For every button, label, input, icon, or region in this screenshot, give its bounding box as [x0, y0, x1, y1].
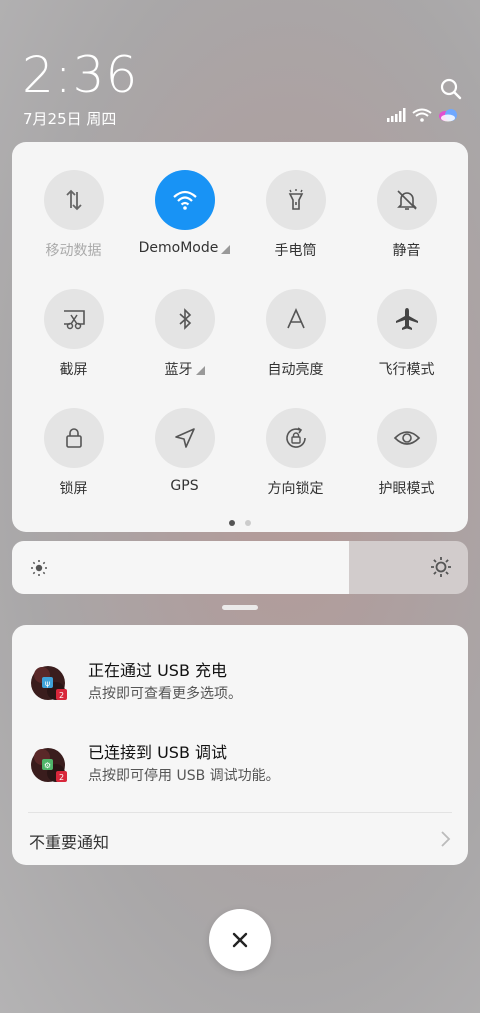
toggle-label: 截屏 [60, 359, 88, 379]
notification-subtitle: 点按即可停用 USB 调试功能。 [88, 768, 280, 784]
svg-text:⚙: ⚙ [44, 761, 51, 770]
toggle-label: 移动数据 [46, 240, 102, 260]
mobile-data-icon [63, 188, 85, 212]
toggle-tile[interactable]: 手电筒 [240, 170, 351, 260]
cloud-sync-icon [439, 109, 457, 122]
eye-icon [393, 427, 421, 449]
toggle-tile[interactable]: 护眼模式 [351, 408, 462, 498]
clock-time: 2:36 [22, 46, 139, 104]
clear-all-button[interactable] [209, 909, 271, 971]
flashlight-icon [285, 188, 307, 212]
toggle-label-text: DemoMode [138, 240, 219, 256]
toggle-tile[interactable]: 蓝牙 [129, 289, 240, 379]
wifi-status-icon [412, 108, 432, 122]
toggle-button[interactable] [376, 289, 437, 349]
expand-triangle-icon[interactable] [195, 365, 205, 375]
toggle-button[interactable] [265, 289, 326, 349]
toggle-label-text: 蓝牙 [164, 362, 193, 378]
toggle-label: 方向锁定 [268, 478, 324, 498]
notification-card: ψ 2 正在通过 USB 充电 点按即可查看更多选项。 ⚙ 2 已连接到 USB… [12, 625, 468, 865]
toggle-label: DemoMode [139, 240, 231, 256]
toggle-tile[interactable]: 锁屏 [18, 408, 129, 498]
wifi-icon [172, 189, 198, 211]
notification-subtitle: 点按即可查看更多选项。 [88, 686, 242, 702]
toggle-tile[interactable]: 飞行模式 [351, 289, 462, 379]
toggle-button[interactable] [154, 408, 215, 468]
bluetooth-icon [175, 307, 195, 331]
toggle-label-text: GPS [170, 478, 199, 494]
quick-settings-panel: 移动数据 DemoMode 手电筒 静音截屏 蓝牙 自动亮度 飞行模式锁屏 GPS 方向锁定 护眼… [12, 142, 468, 532]
toggle-button[interactable] [265, 170, 326, 230]
toggle-label: 锁屏 [60, 478, 88, 498]
toggle-label-text: 截屏 [59, 362, 88, 378]
toggle-tile[interactable]: 方向锁定 [240, 408, 351, 498]
toggle-button[interactable] [154, 170, 215, 230]
unimportant-notifications-link[interactable]: 不重要通知 [29, 829, 109, 853]
auto-brightness-icon [284, 307, 308, 331]
toggle-button[interactable] [154, 289, 215, 349]
toggle-label-text: 静音 [392, 243, 421, 259]
notification-title: 已连接到 USB 调试 [88, 743, 228, 762]
notification-item-charging[interactable]: ψ 2 正在通过 USB 充电 点按即可查看更多选项。 [28, 655, 448, 715]
drag-handle[interactable] [222, 605, 258, 610]
notification-title: 正在通过 USB 充电 [88, 661, 228, 680]
toggle-label: GPS [170, 478, 198, 494]
brightness-slider[interactable] [12, 541, 468, 594]
toggle-tile[interactable]: GPS [129, 408, 240, 498]
airplane-icon [394, 306, 420, 332]
chevron-right-icon[interactable] [436, 830, 454, 848]
toggle-label: 护眼模式 [379, 478, 435, 498]
search-icon[interactable] [438, 76, 464, 102]
toggle-label-text: 方向锁定 [267, 481, 324, 497]
lock-icon [63, 426, 85, 450]
status-icons [386, 108, 458, 122]
page-indicator [12, 520, 468, 526]
toggle-label-text: 锁屏 [59, 481, 88, 497]
screenshot-icon [61, 307, 87, 331]
brightness-fill [12, 541, 350, 594]
toggle-button[interactable] [265, 408, 326, 468]
toggle-button[interactable] [43, 170, 104, 230]
toggle-tile[interactable]: 自动亮度 [240, 289, 351, 379]
toggle-label-text: 护眼模式 [378, 481, 435, 497]
toggle-label-text: 自动亮度 [267, 362, 324, 378]
toggle-tile[interactable]: 截屏 [18, 289, 129, 379]
clock-date: 7月25日 周四 [23, 110, 117, 128]
toggle-button[interactable] [376, 170, 437, 230]
svg-text:2: 2 [59, 691, 64, 700]
brightness-low-icon [31, 560, 47, 576]
svg-text:2: 2 [59, 773, 64, 782]
toggle-label-text: 飞行模式 [378, 362, 435, 378]
toggle-tile[interactable]: DemoMode [129, 170, 240, 260]
toggle-label: 静音 [393, 240, 421, 260]
signal-icon [387, 108, 406, 122]
close-icon [232, 932, 248, 948]
rotation-lock-icon [283, 425, 309, 451]
toggle-label-text: 手电筒 [274, 243, 317, 259]
bell-off-icon [395, 188, 419, 212]
toggle-label: 手电筒 [275, 240, 317, 260]
usb-app-icon: ψ 2 [31, 666, 67, 700]
toggle-label: 蓝牙 [165, 359, 205, 379]
toggle-grid: 移动数据 DemoMode 手电筒 静音截屏 蓝牙 自动亮度 飞行模式锁屏 GPS 方向锁定 护眼… [12, 170, 468, 498]
toggle-button[interactable] [43, 408, 104, 468]
toggle-label: 自动亮度 [268, 359, 324, 379]
svg-text:ψ: ψ [45, 679, 50, 688]
brightness-high-icon [431, 557, 451, 577]
toggle-button[interactable] [376, 408, 437, 468]
toggle-label: 飞行模式 [379, 359, 435, 379]
toggle-button[interactable] [43, 289, 104, 349]
divider [28, 812, 452, 813]
page-dot[interactable] [245, 520, 251, 526]
toggle-label-text: 移动数据 [45, 243, 102, 259]
page-dot[interactable] [229, 520, 235, 526]
notification-item-debugging[interactable]: ⚙ 2 已连接到 USB 调试 点按即可停用 USB 调试功能。 [28, 737, 448, 797]
toggle-tile[interactable]: 静音 [351, 170, 462, 260]
toggle-tile[interactable]: 移动数据 [18, 170, 129, 260]
expand-triangle-icon[interactable] [221, 244, 231, 254]
usb-debug-app-icon: ⚙ 2 [31, 748, 67, 782]
gps-icon [173, 426, 197, 450]
